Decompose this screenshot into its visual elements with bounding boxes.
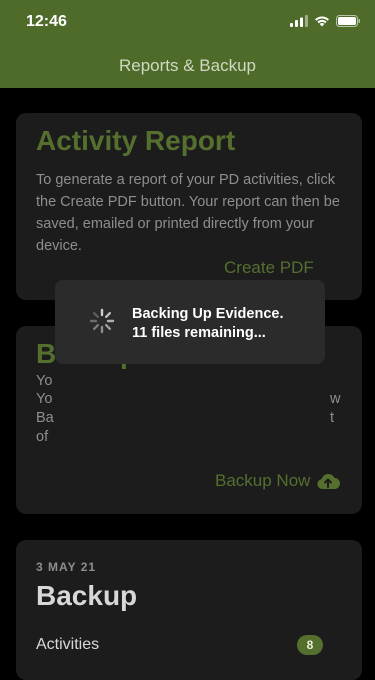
create-pdf-button[interactable]: Create PDF: [224, 258, 314, 278]
battery-icon: [336, 15, 360, 27]
hud-message-line-1: Backing Up Evidence.: [132, 306, 284, 322]
nav-bar: Reports & Backup: [0, 44, 375, 88]
content: Activity Report To generate a report of …: [0, 88, 375, 680]
backup-now-label: Backup Now: [215, 471, 311, 490]
activity-report-description: To generate a report of your PD activiti…: [36, 172, 340, 254]
hud-message: Backing Up Evidence. 11 files remaining.…: [132, 305, 284, 343]
hud-message-line-2: 11 files remaining...: [132, 325, 266, 341]
backups-description-line-4: of: [36, 429, 49, 445]
signal-icon: [290, 15, 308, 27]
backup-summary-card: 3 MAY 21 Backup Activities 8: [16, 540, 362, 680]
backup-now-button[interactable]: Backup Now: [215, 471, 341, 491]
loading-spinner-icon: [89, 308, 115, 334]
backup-summary-title: Backup: [36, 580, 138, 611]
activities-row-label[interactable]: Activities: [36, 636, 99, 654]
cloud-upload-icon: [317, 473, 341, 490]
activity-report-card: Activity Report To generate a report of …: [16, 113, 362, 300]
wifi-icon: [315, 16, 329, 27]
status-time: 12:46: [26, 13, 67, 30]
nav-title: Reports & Backup: [118, 56, 256, 75]
backup-progress-hud: Backing Up Evidence. 11 files remaining.…: [55, 280, 325, 364]
activity-report-heading: Activity Report: [36, 125, 236, 156]
status-bar: 12:46: [0, 0, 375, 44]
backups-description-right-2: t: [330, 410, 335, 426]
status-icons: [290, 15, 361, 27]
backup-date: 3 MAY 21: [36, 560, 97, 574]
activities-count-badge: 8: [297, 635, 323, 655]
